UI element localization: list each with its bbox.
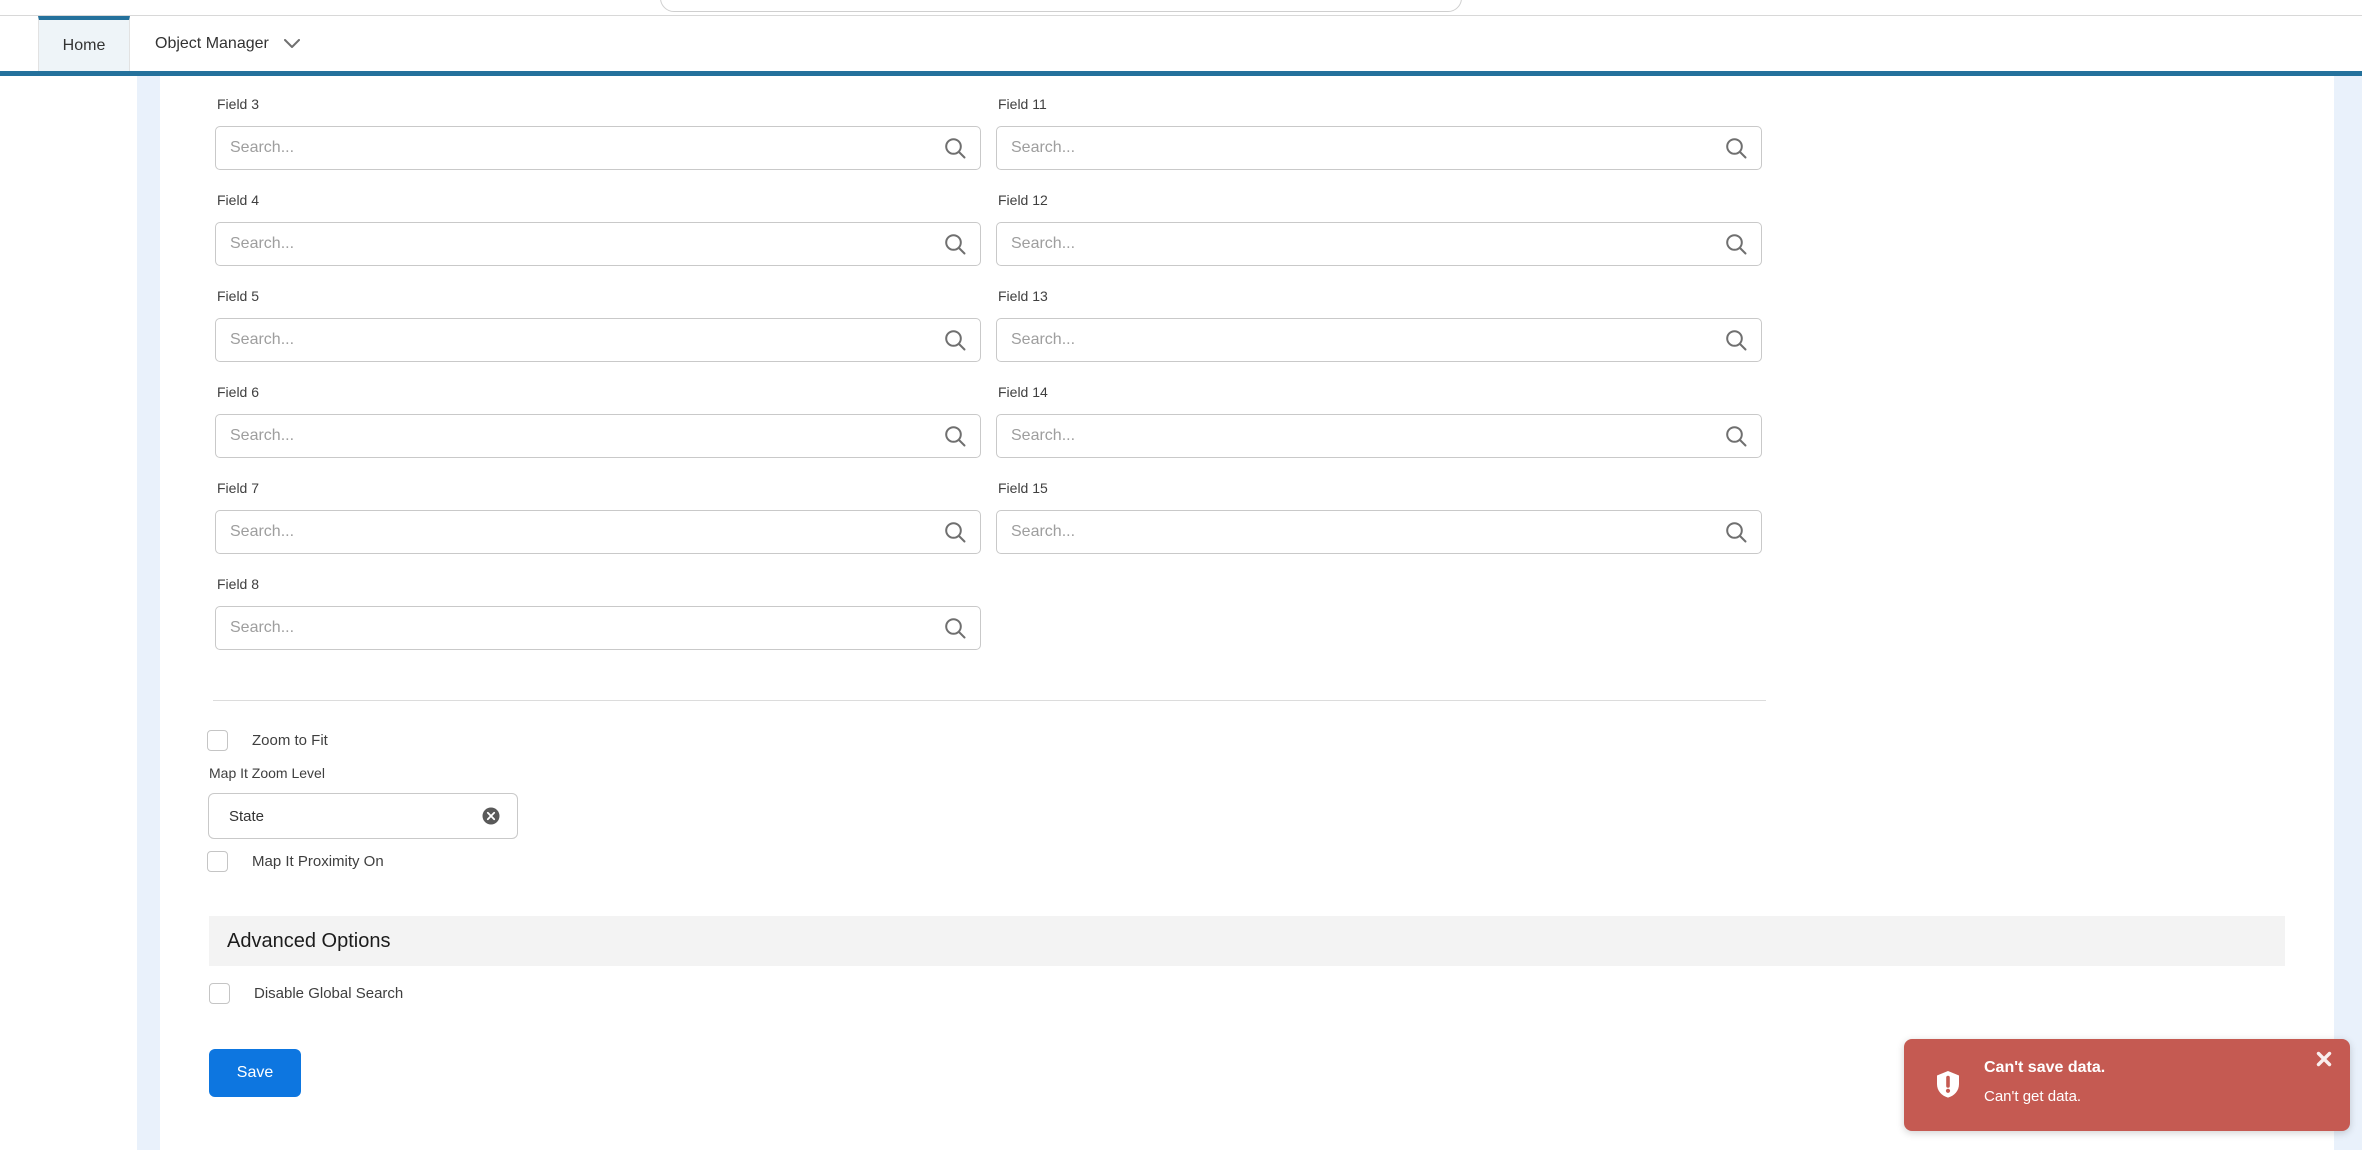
field-search-wrap (215, 222, 981, 266)
search-icon (944, 233, 966, 255)
search-icon (1725, 521, 1747, 543)
zoom-to-fit-checkbox[interactable] (207, 729, 228, 751)
search-icon (1725, 425, 1747, 447)
field-label: Field 13 (998, 288, 1048, 304)
search-icon (944, 425, 966, 447)
brand-divider-bar (0, 71, 2362, 76)
chevron-down-icon (283, 39, 300, 48)
advanced-options-header: Advanced Options (209, 916, 2285, 966)
field-search-wrap (996, 318, 1762, 362)
field-search-wrap (996, 510, 1762, 554)
field-search-input[interactable] (215, 126, 981, 170)
map-it-proximity-checkbox[interactable] (207, 850, 228, 872)
field-search-input[interactable] (215, 222, 981, 266)
field-label: Field 6 (217, 384, 260, 400)
field-search-input[interactable] (215, 414, 981, 458)
field-search-wrap (215, 414, 981, 458)
field-label: Field 12 (998, 192, 1048, 208)
field-search-wrap (215, 510, 981, 554)
field-column-right: Field 11 Field 12 Field 13 Field 14 Field 15 (996, 96, 1762, 576)
field-search-input[interactable] (215, 606, 981, 650)
search-icon (944, 137, 966, 159)
field-label: Field 4 (217, 192, 260, 208)
section-divider (213, 700, 1766, 701)
search-icon (944, 521, 966, 543)
close-icon[interactable] (2316, 1051, 2334, 1069)
disable-global-search-label: Disable Global Search (254, 984, 404, 1002)
global-search-input[interactable] (660, 0, 1462, 12)
tab-home-label: Home (62, 36, 106, 54)
zoom-to-fit-row: Zoom to Fit (207, 729, 328, 751)
field-search-input[interactable] (996, 126, 1762, 170)
field-search-wrap (215, 126, 981, 170)
search-icon (1725, 329, 1747, 351)
map-it-proximity-row: Map It Proximity On (207, 850, 384, 872)
field-search-input[interactable] (996, 510, 1762, 554)
field-search-input[interactable] (996, 318, 1762, 362)
error-toast: Can't save data. Can't get data. (1904, 1039, 2350, 1131)
tab-object-manager-label: Object Manager (155, 34, 269, 52)
field-label: Field 3 (217, 96, 260, 112)
field-search-wrap (996, 126, 1762, 170)
field-label: Field 15 (998, 480, 1048, 496)
field-search-wrap (215, 606, 981, 650)
field-search-input[interactable] (215, 318, 981, 362)
search-icon (1725, 233, 1747, 255)
map-it-zoom-level-combobox[interactable]: State (208, 793, 518, 839)
field-row: Field 12 (996, 192, 1762, 266)
field-row: Field 5 (215, 288, 981, 362)
field-label: Field 8 (217, 576, 260, 592)
global-header-strip (0, 0, 2362, 16)
tab-home[interactable]: Home (38, 16, 130, 71)
search-icon (944, 617, 966, 639)
map-it-proximity-label: Map It Proximity On (252, 852, 384, 870)
setup-tabbar: Home Object Manager (0, 16, 2362, 71)
tab-object-manager[interactable]: Object Manager (131, 16, 346, 71)
zoom-to-fit-label: Zoom to Fit (252, 731, 328, 749)
search-icon (1725, 137, 1747, 159)
field-row: Field 7 (215, 480, 981, 554)
field-label: Field 5 (217, 288, 260, 304)
clear-circle-icon[interactable] (482, 807, 500, 825)
field-search-wrap (215, 318, 981, 362)
field-row: Field 3 (215, 96, 981, 170)
field-label: Field 11 (998, 96, 1047, 112)
page-background-strip-left (137, 76, 160, 1150)
disable-global-search-checkbox[interactable] (209, 982, 230, 1004)
field-search-input[interactable] (996, 222, 1762, 266)
field-row: Field 6 (215, 384, 981, 458)
field-row: Field 13 (996, 288, 1762, 362)
save-button[interactable]: Save (209, 1049, 301, 1097)
toast-message: Can't get data. (1984, 1088, 2082, 1105)
field-row: Field 8 (215, 576, 981, 650)
map-it-zoom-level-label: Map It Zoom Level (209, 765, 325, 781)
page-background-strip-right (2334, 76, 2362, 1150)
toast-texts: Can't save data. Can't get data. (1984, 1057, 2105, 1108)
search-icon (944, 329, 966, 351)
field-label: Field 7 (217, 480, 260, 496)
field-search-wrap (996, 222, 1762, 266)
setup-page: Home Object Manager Field 3Field 4Field … (0, 0, 2362, 1150)
field-row: Field 4 (215, 192, 981, 266)
field-row: Field 15 (996, 480, 1762, 554)
field-row: Field 11 (996, 96, 1762, 170)
combobox-value: State (229, 807, 265, 825)
field-search-input[interactable] (996, 414, 1762, 458)
error-shield-icon (1934, 1070, 1962, 1098)
field-search-input[interactable] (215, 510, 981, 554)
disable-global-search-row: Disable Global Search (209, 982, 403, 1004)
toast-title: Can't save data. (1984, 1059, 2106, 1076)
field-search-wrap (996, 414, 1762, 458)
field-row: Field 14 (996, 384, 1762, 458)
field-label: Field 14 (998, 384, 1048, 400)
field-column-left: Field 3 Field 4 Field 5 Field 6 Field 7 Field… (215, 96, 981, 672)
